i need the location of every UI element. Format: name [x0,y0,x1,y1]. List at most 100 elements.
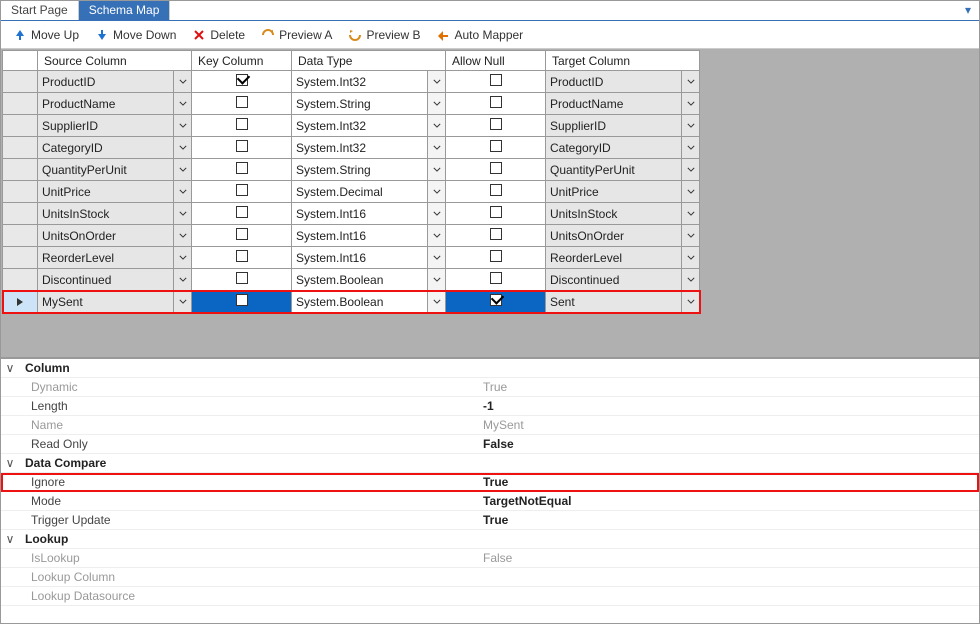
tab-schema-map[interactable]: Schema Map [79,1,171,20]
chevron-down-icon[interactable] [173,203,191,224]
key-checkbox[interactable] [236,162,248,174]
chevron-down-icon[interactable] [173,291,191,312]
prop-cat-lookup[interactable]: ∨Lookup [1,530,979,549]
chevron-down-icon[interactable] [427,247,445,268]
tab-start-page[interactable]: Start Page [1,1,79,20]
prop-mode[interactable]: ModeTargetNotEqual [1,492,979,511]
key-checkbox[interactable] [236,206,248,218]
prop-name[interactable]: NameMySent [1,416,979,435]
chevron-down-icon[interactable] [681,137,699,158]
key-checkbox[interactable] [236,184,248,196]
chevron-down-icon[interactable] [427,269,445,290]
target-column-cell[interactable]: QuantityPerUnit [546,159,699,180]
source-column-cell[interactable]: ReorderLevel [38,247,191,268]
key-checkbox[interactable] [236,140,248,152]
source-column-cell[interactable]: ProductName [38,93,191,114]
source-column-cell[interactable]: ProductID [38,71,191,92]
expand-icon[interactable]: ∨ [1,361,19,375]
source-column-cell[interactable]: SupplierID [38,115,191,136]
prop-dynamic[interactable]: DynamicTrue [1,378,979,397]
chevron-down-icon[interactable] [681,115,699,136]
data-type-cell[interactable]: System.Int32 [292,71,445,92]
target-column-cell[interactable]: CategoryID [546,137,699,158]
data-type-cell[interactable]: System.Int16 [292,247,445,268]
expand-icon[interactable]: ∨ [1,532,19,546]
chevron-down-icon[interactable] [173,93,191,114]
chevron-down-icon[interactable] [173,115,191,136]
allow-null-checkbox[interactable] [490,206,502,218]
prop-cat-column[interactable]: ∨Column [1,359,979,378]
allow-null-checkbox[interactable] [490,272,502,284]
chevron-down-icon[interactable] [173,225,191,246]
expand-icon[interactable]: ∨ [1,456,19,470]
move-down-button[interactable]: Move Down [89,26,182,44]
key-checkbox[interactable] [236,228,248,240]
target-column-cell[interactable]: ReorderLevel [546,247,699,268]
chevron-down-icon[interactable] [427,203,445,224]
prop-trigger[interactable]: Trigger UpdateTrue [1,511,979,530]
data-type-cell[interactable]: System.Int32 [292,137,445,158]
table-row[interactable]: SupplierIDSystem.Int32SupplierID [3,115,700,137]
table-row[interactable]: QuantityPerUnit System.String QuantityPerU… [3,159,700,181]
col-null[interactable]: Allow Null [446,51,546,71]
allow-null-checkbox[interactable] [490,294,502,306]
table-row[interactable]: UnitPriceSystem.DecimalUnitPrice [3,181,700,203]
prop-lookup-col[interactable]: Lookup Column [1,568,979,587]
source-column-cell[interactable]: Discontinued [38,269,191,290]
tabs-overflow[interactable]: ▾ [957,1,979,20]
chevron-down-icon[interactable] [681,181,699,202]
allow-null-checkbox[interactable] [490,250,502,262]
chevron-down-icon[interactable] [427,137,445,158]
source-column-cell[interactable]: QuantityPerUnit [38,159,191,180]
data-type-cell[interactable]: System.String [292,159,445,180]
target-column-cell[interactable]: Sent [546,291,699,312]
source-column-cell[interactable]: UnitsOnOrder [38,225,191,246]
allow-null-checkbox[interactable] [490,96,502,108]
move-up-button[interactable]: Move Up [7,26,85,44]
allow-null-checkbox[interactable] [490,74,502,86]
chevron-down-icon[interactable] [681,225,699,246]
table-row[interactable]: ProductIDSystem.Int32ProductID [3,71,700,93]
target-column-cell[interactable]: UnitPrice [546,181,699,202]
data-type-cell[interactable]: System.String [292,93,445,114]
source-column-cell[interactable]: UnitsInStock [38,203,191,224]
table-row[interactable]: UnitsOnOrderSystem.Int16UnitsOnOrder [3,225,700,247]
prop-cat-compare[interactable]: ∨Data Compare [1,454,979,473]
target-column-cell[interactable]: ProductName [546,93,699,114]
chevron-down-icon[interactable] [681,269,699,290]
key-checkbox[interactable] [236,294,248,306]
target-column-cell[interactable]: UnitsOnOrder [546,225,699,246]
allow-null-checkbox[interactable] [490,118,502,130]
target-column-cell[interactable]: Discontinued [546,269,699,290]
chevron-down-icon[interactable] [173,137,191,158]
key-checkbox[interactable] [236,250,248,262]
table-row[interactable]: MySentSystem.BooleanSent [3,291,700,313]
chevron-down-icon[interactable] [427,291,445,312]
delete-button[interactable]: Delete [186,26,251,44]
table-row[interactable]: UnitsInStock System.Int16 UnitsInStock [3,203,700,225]
target-column-cell[interactable]: SupplierID [546,115,699,136]
chevron-down-icon[interactable] [173,159,191,180]
col-target[interactable]: Target Column [546,51,700,71]
col-type[interactable]: Data Type [292,51,446,71]
key-checkbox[interactable] [236,272,248,284]
allow-null-checkbox[interactable] [490,140,502,152]
chevron-down-icon[interactable] [173,71,191,92]
prop-islookup[interactable]: IsLookupFalse [1,549,979,568]
chevron-down-icon[interactable] [427,159,445,180]
data-type-cell[interactable]: System.Int16 [292,203,445,224]
preview-b-button[interactable]: Preview B [342,26,426,44]
data-type-cell[interactable]: System.Boolean [292,269,445,290]
source-column-cell[interactable]: UnitPrice [38,181,191,202]
col-source[interactable]: Source Column [38,51,192,71]
prop-length[interactable]: Length-1 [1,397,979,416]
chevron-down-icon[interactable] [173,181,191,202]
chevron-down-icon[interactable] [173,269,191,290]
auto-mapper-button[interactable]: Auto Mapper [430,26,529,44]
target-column-cell[interactable]: UnitsInStock [546,203,699,224]
table-row[interactable]: ProductName System.String ProductName [3,93,700,115]
chevron-down-icon[interactable] [427,181,445,202]
chevron-down-icon[interactable] [681,93,699,114]
prop-lookup-ds[interactable]: Lookup Datasource [1,587,979,606]
prop-readonly[interactable]: Read OnlyFalse [1,435,979,454]
